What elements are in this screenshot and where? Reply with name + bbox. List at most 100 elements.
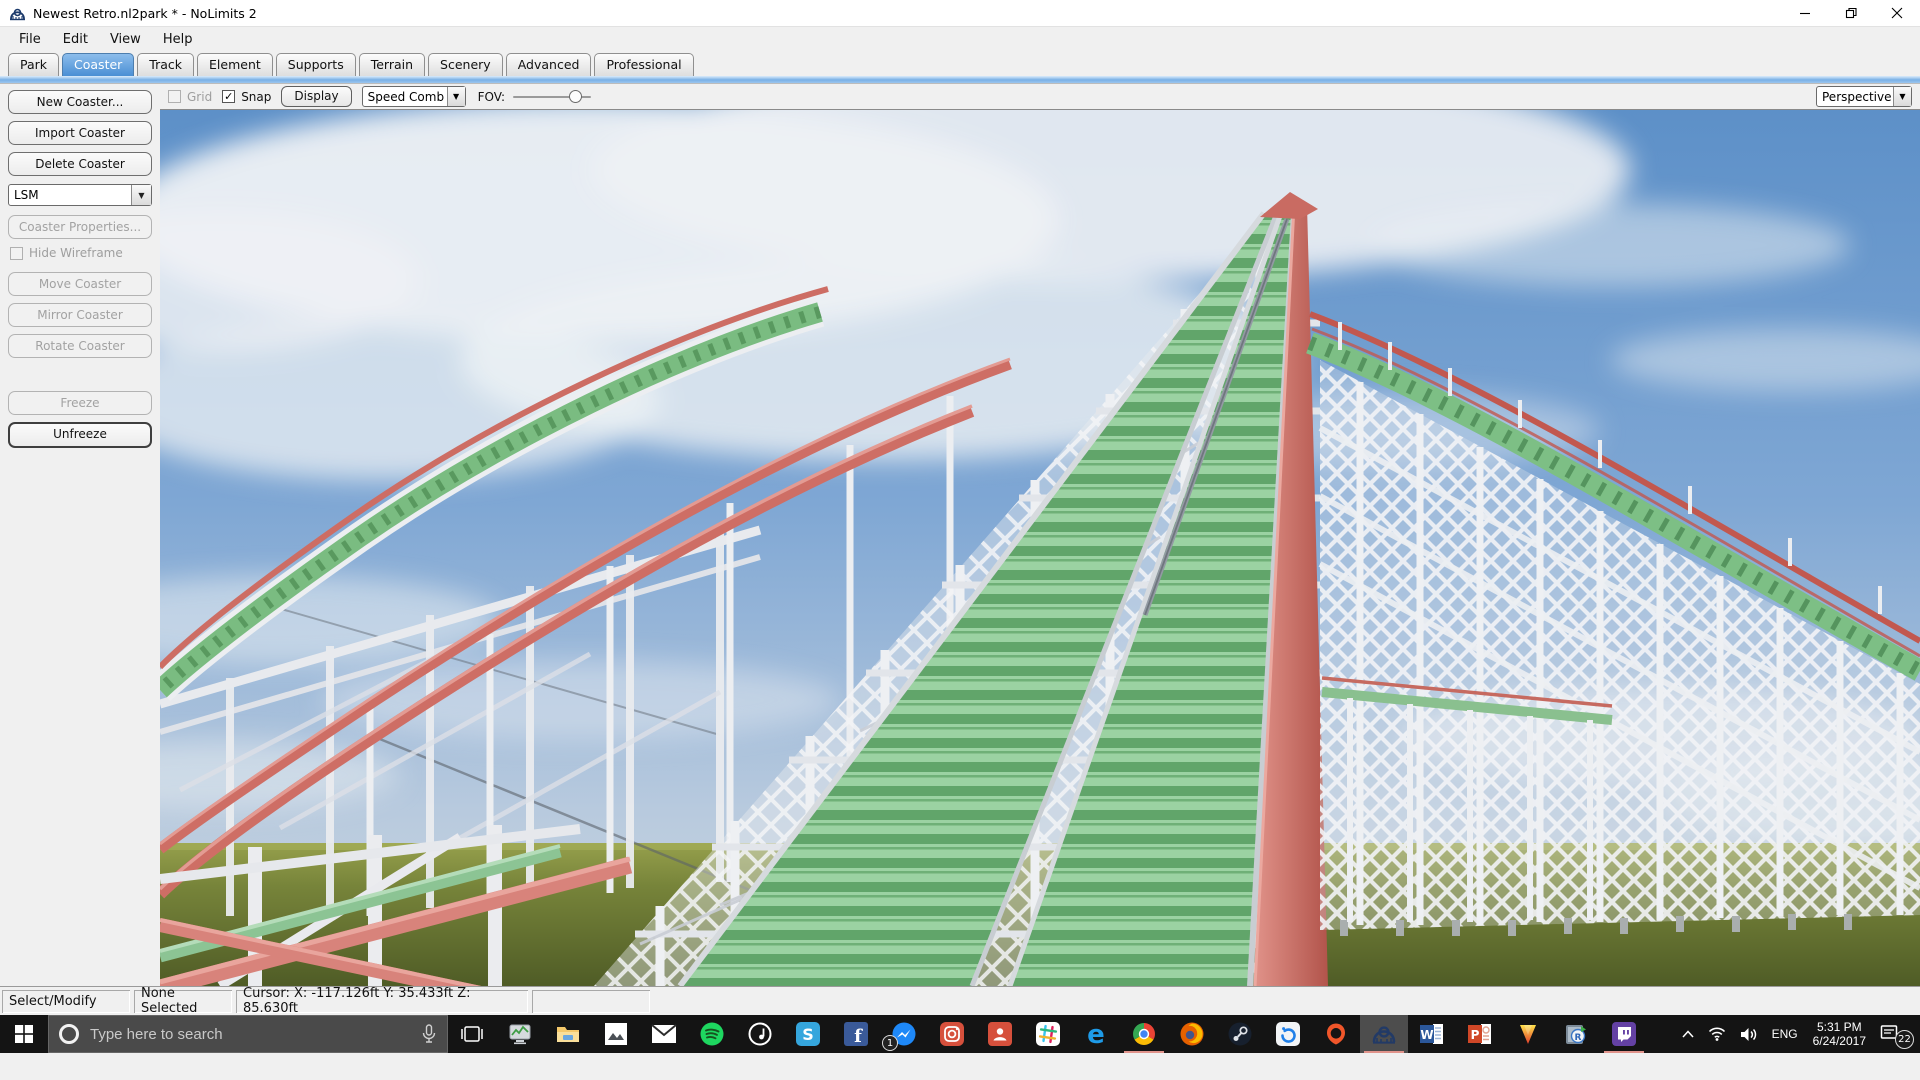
r-app[interactable]: R	[1552, 1015, 1600, 1053]
tab-advanced[interactable]: Advanced	[506, 53, 592, 76]
menu-bar: File Edit View Help	[0, 27, 1920, 52]
search-placeholder: Type here to search	[90, 1026, 421, 1043]
spotify-app[interactable]	[688, 1015, 736, 1053]
slack-app[interactable]	[1024, 1015, 1072, 1053]
mail-app[interactable]	[640, 1015, 688, 1053]
tab-professional[interactable]: Professional	[594, 53, 693, 76]
twitch-app[interactable]	[1600, 1015, 1648, 1053]
facebook-icon: f	[843, 1021, 869, 1047]
active-tab-strip	[0, 76, 1920, 83]
steam-app[interactable]	[1216, 1015, 1264, 1053]
chevron-down-icon[interactable]: ▼	[131, 185, 151, 205]
language-indicator[interactable]: ENG	[1765, 1015, 1805, 1053]
minimize-button[interactable]	[1782, 0, 1828, 26]
person-app-icon	[987, 1021, 1013, 1047]
view-mode-value: Perspective	[1817, 90, 1893, 104]
status-bar: Select/Modify None Selected Cursor: X: -…	[0, 986, 1920, 1015]
speed-mode-select[interactable]: Speed Comb ▼	[362, 86, 466, 107]
photos-app[interactable]	[592, 1015, 640, 1053]
chevron-down-icon[interactable]: ▼	[1893, 87, 1911, 106]
move-coaster-button[interactable]: Move Coaster	[8, 272, 152, 296]
tab-park[interactable]: Park	[8, 53, 59, 76]
restore-button[interactable]	[1828, 0, 1874, 26]
status-extra	[532, 990, 650, 1013]
messenger-badge: 1	[882, 1035, 898, 1051]
fov-slider-knob[interactable]	[569, 90, 582, 103]
task-view-icon	[461, 1025, 483, 1043]
time: 5:31 PM	[1817, 1020, 1862, 1034]
wifi-tray-button[interactable]	[1701, 1015, 1733, 1053]
tab-supports[interactable]: Supports	[276, 53, 356, 76]
r-app-icon: R	[1563, 1021, 1589, 1047]
person-app[interactable]	[976, 1015, 1024, 1053]
svg-text:e: e	[1087, 1021, 1105, 1047]
fov-slider[interactable]	[513, 90, 591, 104]
svg-text:P: P	[1471, 1028, 1480, 1042]
chrome-icon	[1131, 1021, 1157, 1047]
edge-app[interactable]: e	[1072, 1015, 1120, 1053]
file-explorer-app[interactable]	[544, 1015, 592, 1053]
tab-terrain[interactable]: Terrain	[359, 53, 425, 76]
microphone-icon[interactable]	[421, 1024, 437, 1044]
start-button[interactable]	[0, 1015, 48, 1053]
snap-label: Snap	[241, 90, 271, 104]
tray-expand-button[interactable]	[1675, 1015, 1701, 1053]
steam-icon	[1227, 1021, 1253, 1047]
chrome-app[interactable]	[1120, 1015, 1168, 1053]
tab-bar: Park Coaster Track Element Supports Terr…	[0, 52, 1920, 76]
action-center-button[interactable]: 22	[1874, 1015, 1914, 1053]
hide-wireframe-checkbox[interactable]	[10, 247, 23, 260]
import-coaster-button[interactable]: Import Coaster	[8, 121, 152, 145]
grid-checkbox[interactable]	[168, 90, 181, 103]
coaster-select[interactable]: LSM ▼	[8, 184, 152, 206]
svg-text:W: W	[1420, 1028, 1433, 1042]
coaster-properties-button[interactable]: Coaster Properties...	[8, 215, 152, 239]
origin-app[interactable]	[1312, 1015, 1360, 1053]
3d-viewport[interactable]	[160, 110, 1920, 986]
powerpoint-app[interactable]: P	[1456, 1015, 1504, 1053]
messenger-app[interactable]: 1	[880, 1015, 928, 1053]
menu-view[interactable]: View	[99, 29, 152, 50]
firefox-app[interactable]	[1168, 1015, 1216, 1053]
facebook-app[interactable]: f	[832, 1015, 880, 1053]
hide-wireframe-label: Hide Wireframe	[29, 246, 123, 260]
mirror-coaster-button[interactable]: Mirror Coaster	[8, 303, 152, 327]
clock[interactable]: 5:31 PM 6/24/2017	[1805, 1020, 1874, 1048]
task-view-button[interactable]	[448, 1015, 496, 1053]
nolimits-2-app[interactable]	[1360, 1015, 1408, 1053]
volume-tray-button[interactable]	[1733, 1015, 1765, 1053]
chevron-down-icon[interactable]: ▼	[447, 87, 465, 106]
new-coaster-button[interactable]: New Coaster...	[8, 90, 152, 114]
delete-coaster-button[interactable]: Delete Coaster	[8, 152, 152, 176]
tab-scenery[interactable]: Scenery	[428, 53, 503, 76]
instagram-app[interactable]	[928, 1015, 976, 1053]
date: 6/24/2017	[1813, 1034, 1866, 1048]
uplay-app[interactable]	[1264, 1015, 1312, 1053]
view-mode-select[interactable]: Perspective ▼	[1816, 86, 1912, 107]
menu-file[interactable]: File	[8, 29, 52, 50]
app-icon	[9, 5, 26, 22]
tab-element[interactable]: Element	[197, 53, 273, 76]
search-input[interactable]: Type here to search	[48, 1015, 448, 1053]
tab-track[interactable]: Track	[137, 53, 194, 76]
word-app[interactable]: W	[1408, 1015, 1456, 1053]
firefox-icon	[1179, 1021, 1205, 1047]
skype-app[interactable]: S	[784, 1015, 832, 1053]
groove-music-app[interactable]	[736, 1015, 784, 1053]
speaker-icon	[1740, 1027, 1758, 1042]
edge-icon: e	[1083, 1021, 1109, 1047]
freeze-button[interactable]: Freeze	[8, 391, 152, 415]
snap-checkbox[interactable]: ✓	[222, 90, 235, 103]
vegas-app[interactable]	[1504, 1015, 1552, 1053]
close-button[interactable]	[1874, 0, 1920, 26]
cortana-icon	[59, 1024, 79, 1044]
menu-help[interactable]: Help	[152, 29, 204, 50]
nolimits-2-icon	[1371, 1021, 1397, 1047]
unfreeze-button[interactable]: Unfreeze	[8, 422, 152, 448]
task-manager-app[interactable]	[496, 1015, 544, 1053]
rotate-coaster-button[interactable]: Rotate Coaster	[8, 334, 152, 358]
display-button[interactable]: Display	[281, 86, 351, 107]
tab-coaster[interactable]: Coaster	[62, 53, 134, 76]
coaster-sidebar: New Coaster... Import Coaster Delete Coa…	[0, 84, 160, 986]
menu-edit[interactable]: Edit	[52, 29, 99, 50]
